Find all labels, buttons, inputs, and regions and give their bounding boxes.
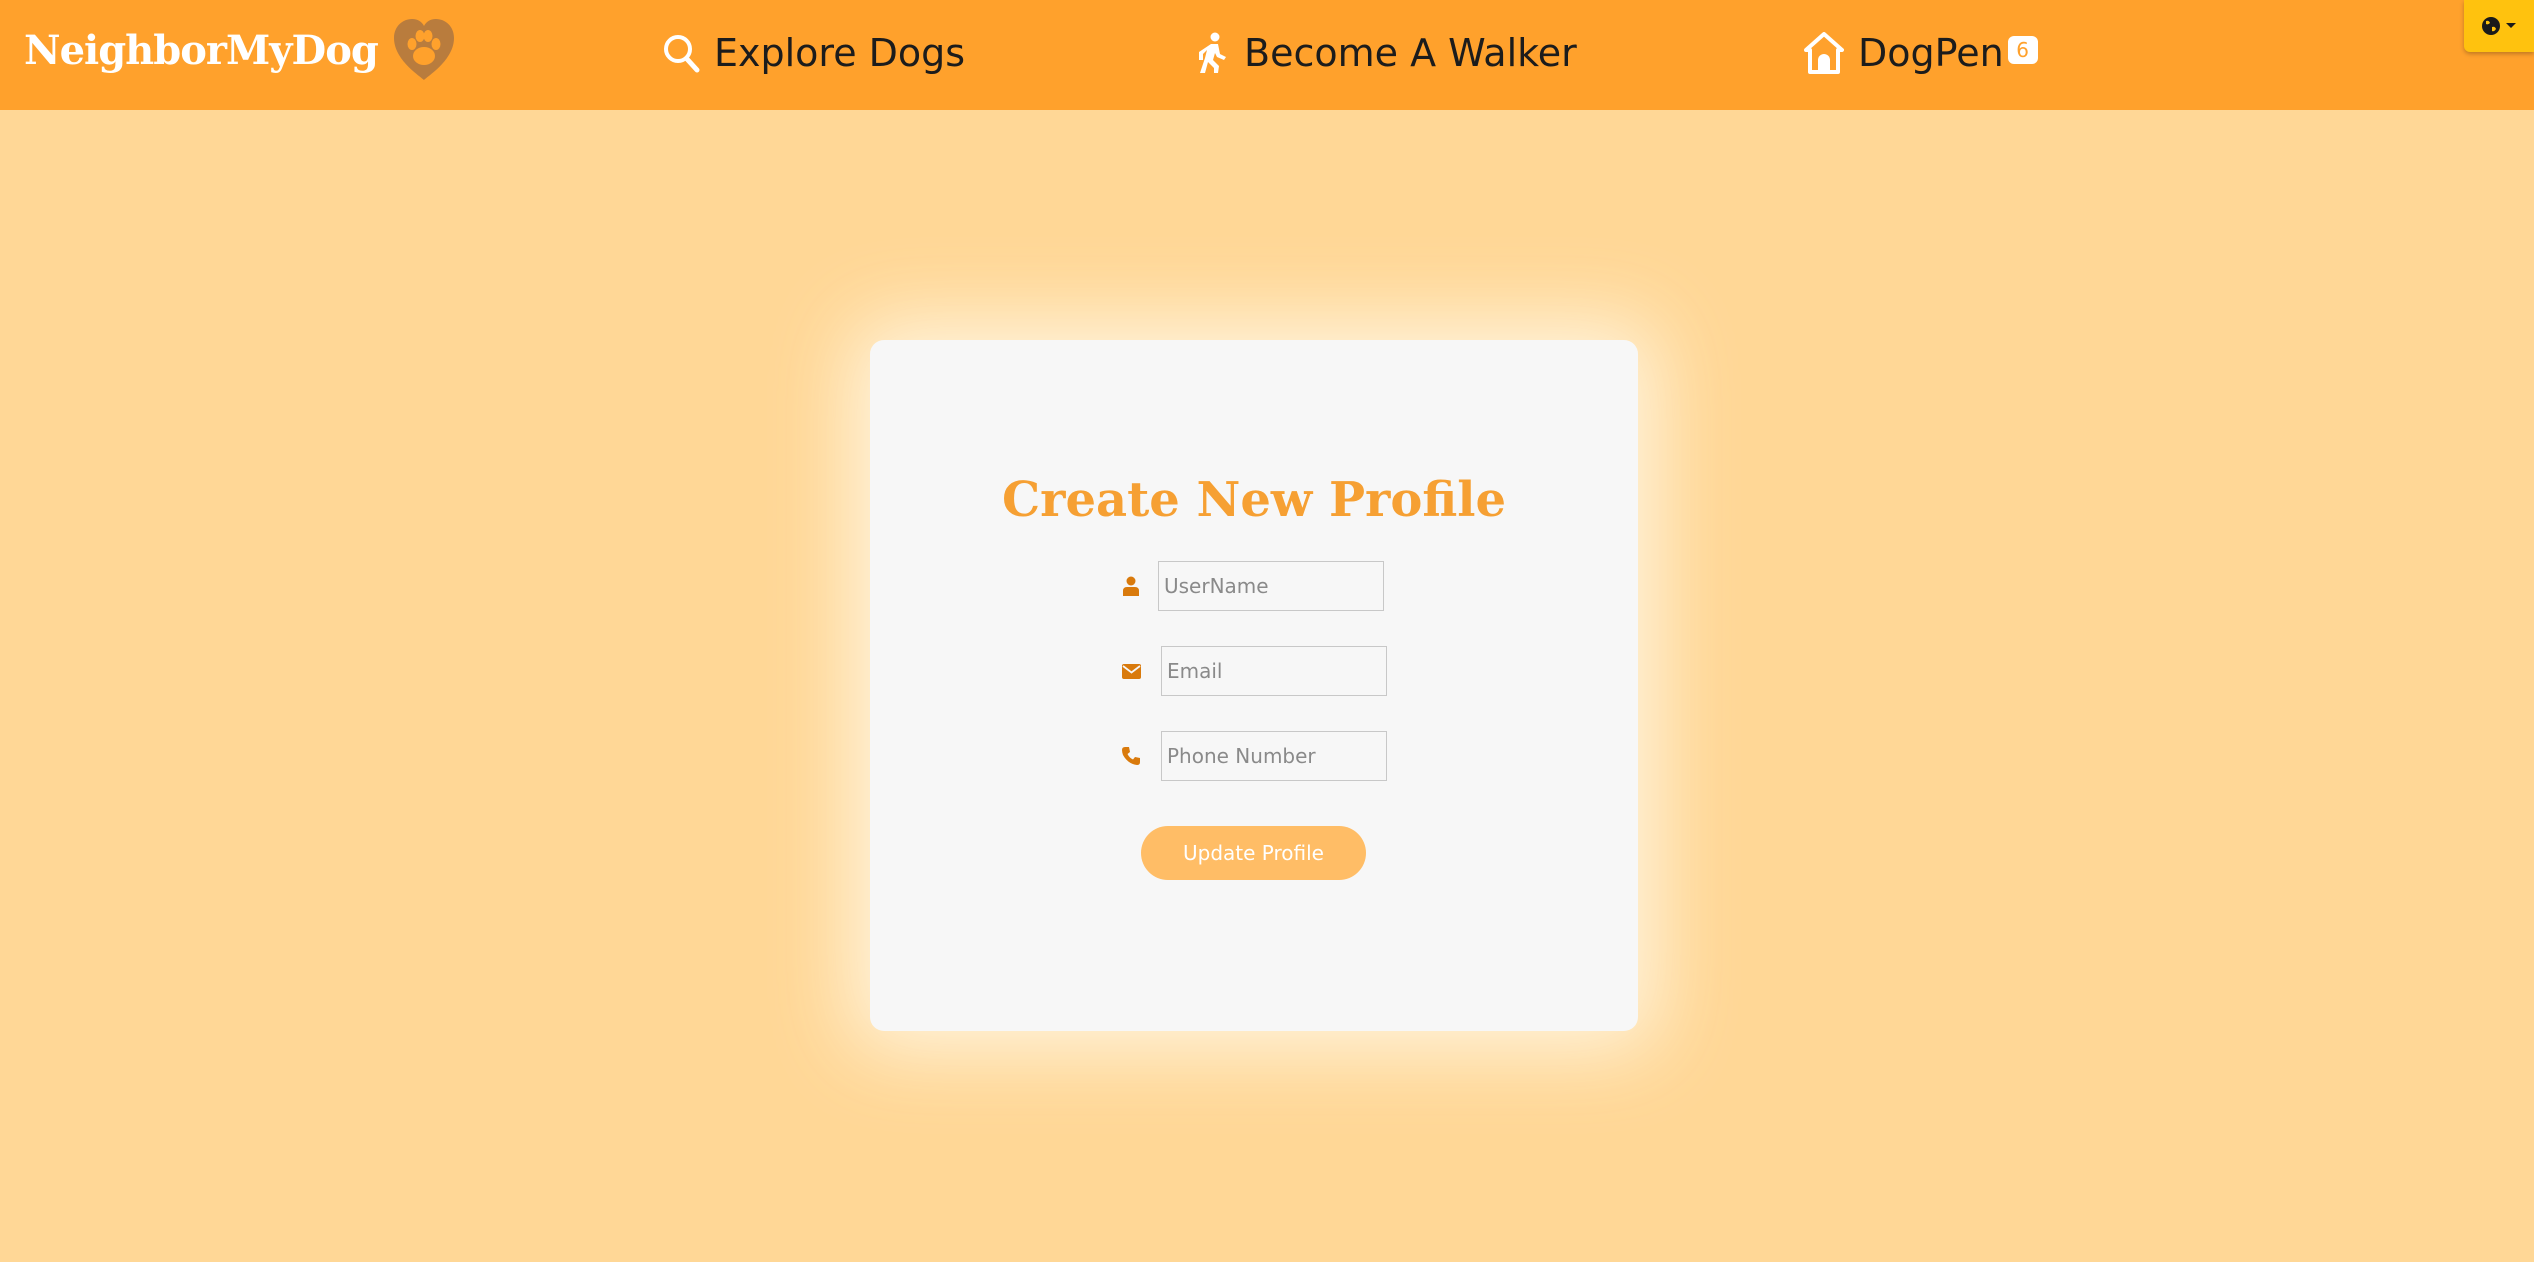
phone-icon xyxy=(1120,745,1142,767)
heart-paw-icon xyxy=(393,19,454,80)
phone-row xyxy=(1120,731,1387,781)
page-title: Create New Profile xyxy=(1001,472,1507,528)
username-row xyxy=(1120,561,1384,611)
nav-dogpen-label: DogPen xyxy=(1858,31,2004,75)
create-profile-card: Create New Profile Update Profile xyxy=(870,340,1638,1031)
brand-link[interactable]: NeighborMyDog xyxy=(24,12,458,88)
language-dropdown-button[interactable] xyxy=(2464,0,2534,52)
nav-explore-dogs[interactable]: Explore Dogs xyxy=(662,22,965,84)
phone-number-input[interactable] xyxy=(1161,731,1387,781)
envelope-icon xyxy=(1120,660,1142,682)
update-profile-button[interactable]: Update Profile xyxy=(1141,826,1366,880)
dogpen-count-badge: 6 xyxy=(2007,36,2038,64)
brand-name: NeighborMyDog xyxy=(24,26,379,74)
email-row xyxy=(1120,646,1387,696)
chevron-down-icon xyxy=(2506,23,2516,28)
search-icon xyxy=(664,35,700,73)
dog-house-icon xyxy=(1804,32,1844,74)
navbar: NeighborMyDog Explore Dogs Become A Walk… xyxy=(0,0,2534,110)
user-icon xyxy=(1120,575,1142,597)
nav-become-walker-label: Become A Walker xyxy=(1244,31,1577,75)
walking-person-icon xyxy=(1199,32,1226,73)
username-input[interactable] xyxy=(1158,561,1384,611)
globe-icon xyxy=(2482,17,2500,35)
nav-dogpen[interactable]: DogPen 6 xyxy=(1804,22,2038,84)
email-input[interactable] xyxy=(1161,646,1387,696)
nav-become-walker[interactable]: Become A Walker xyxy=(1196,22,1577,84)
nav-explore-dogs-label: Explore Dogs xyxy=(714,31,966,75)
